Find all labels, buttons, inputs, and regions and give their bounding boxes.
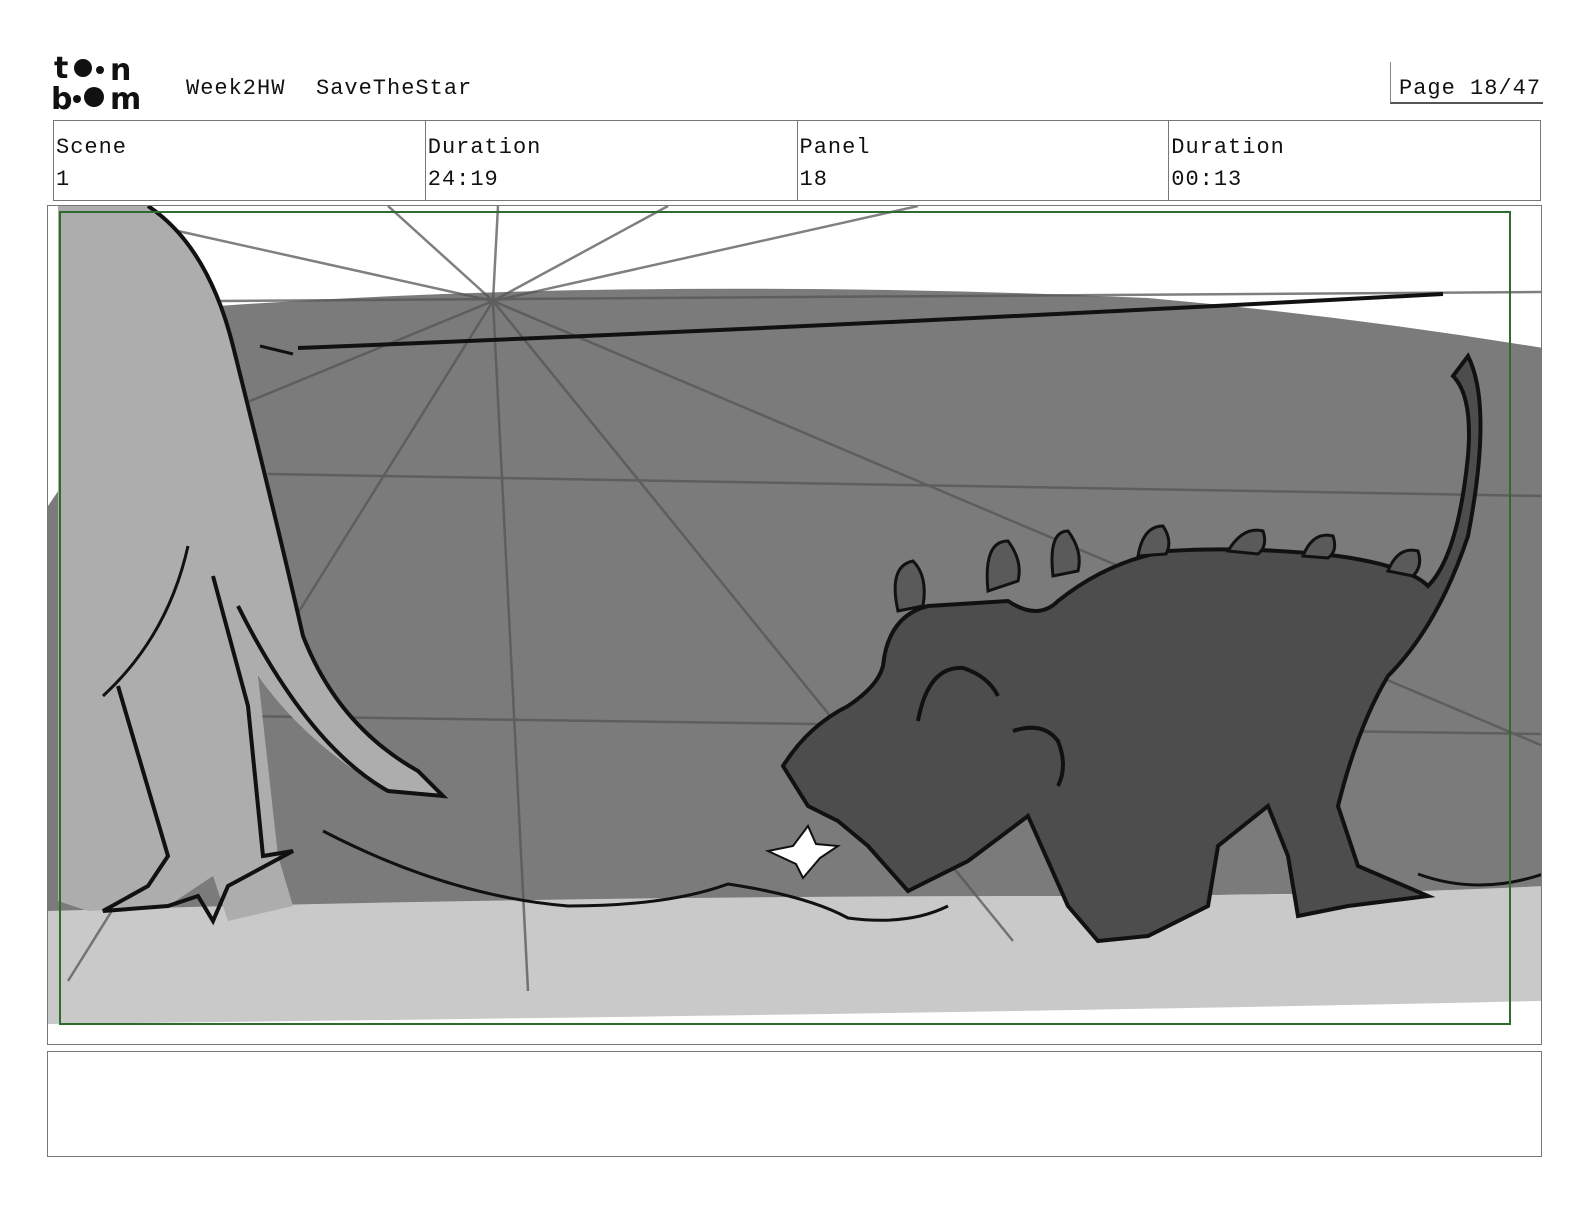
storyboard-panel-image [47, 205, 1542, 1045]
panel-cell: Panel 18 [798, 121, 1170, 200]
panel-duration-value: 00:13 [1171, 167, 1243, 192]
sheet-name: SaveTheStar [316, 76, 473, 101]
svg-text:b: b [51, 82, 72, 112]
duration-cell: Duration 24:19 [426, 121, 798, 200]
page-number: Page 18/47 [1399, 76, 1542, 101]
svg-text:t: t [54, 52, 68, 86]
scene-cell: Scene 1 [54, 121, 426, 200]
panel-duration-label: Duration [1171, 135, 1285, 160]
duration-label: Duration [427, 135, 542, 160]
project-name: Week2HW [186, 76, 286, 101]
duration-value: 24:19 [427, 167, 499, 192]
panel-label: Panel [799, 135, 871, 160]
scene-value: 1 [56, 167, 71, 192]
svg-text:m: m [110, 82, 141, 112]
toon-boom-logo: t n b m [51, 52, 141, 112]
scene-label: Scene [56, 135, 128, 160]
panel-sketch [48, 206, 1541, 1025]
panel-notes-box[interactable] [47, 1051, 1542, 1157]
page-indicator: Page 18/47 [1390, 62, 1543, 104]
panel-duration-cell: Duration 00:13 [1169, 121, 1540, 200]
panel-info-table: Scene 1 Duration 24:19 Panel 18 Duration… [53, 120, 1541, 201]
panel-value: 18 [799, 167, 828, 192]
